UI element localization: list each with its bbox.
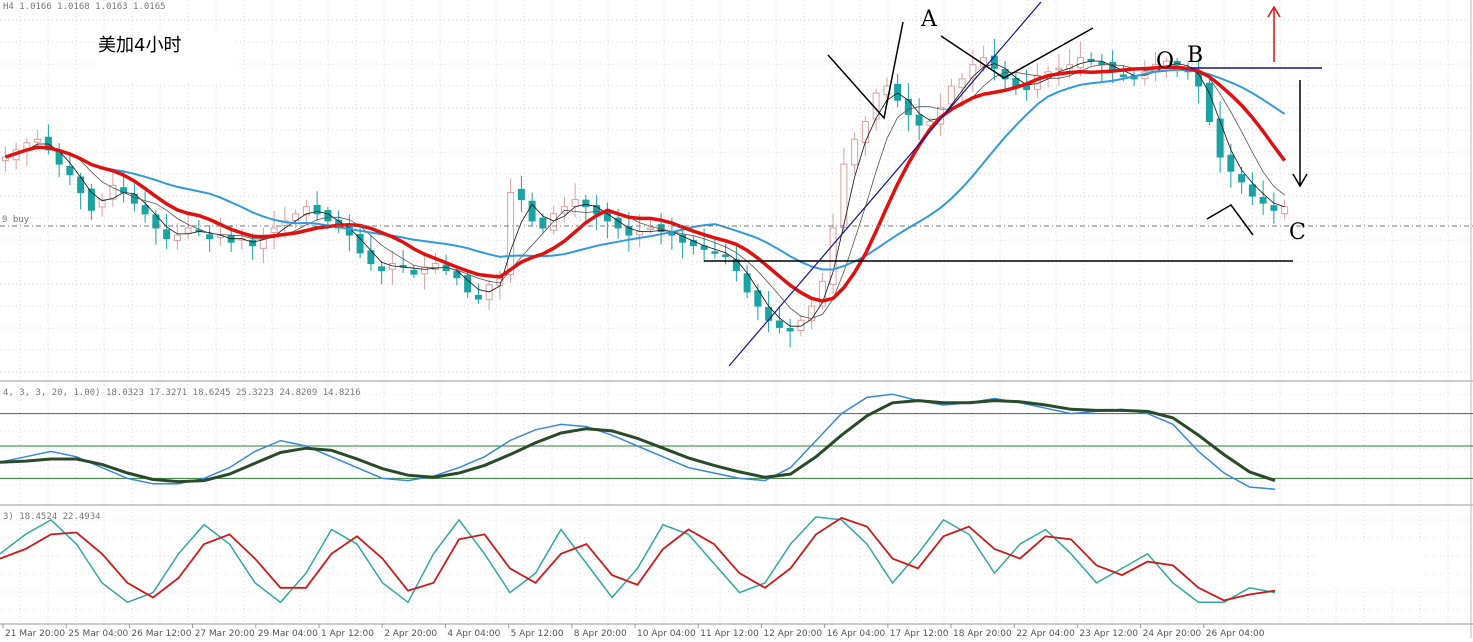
candle-body: [1076, 57, 1084, 69]
candle-body: [1119, 74, 1127, 77]
x-tick-label: 22 Apr 04:00: [1016, 629, 1075, 638]
candle-body: [711, 251, 719, 254]
candle-body: [1259, 196, 1267, 204]
candle-body: [421, 266, 429, 275]
x-tick-label: 25 Mar 04:00: [68, 629, 128, 638]
candle-body: [1281, 206, 1289, 215]
candle-body: [163, 229, 171, 240]
candle-body: [958, 78, 966, 88]
candle-body: [474, 294, 482, 300]
candle-body: [1248, 184, 1256, 197]
candle-body: [861, 121, 869, 144]
candle-body: [34, 138, 42, 143]
x-tick-label: 27 Mar 20:00: [195, 629, 255, 638]
symbol-info: H4 1.0166 1.0168 1.0163 1.0165: [3, 2, 166, 12]
candle-body: [904, 98, 912, 115]
annotation-c: C: [1289, 220, 1306, 245]
candle-body: [947, 85, 955, 105]
candle-body: [507, 192, 515, 275]
x-tick-label: 18 Apr 20:00: [953, 629, 1012, 638]
candle-body: [646, 227, 654, 230]
x-tick-label: 17 Apr 12:00: [890, 629, 949, 638]
hline-label: 9 buy: [2, 215, 30, 225]
x-tick-label: 16 Apr 04:00: [827, 629, 886, 638]
candle-body: [184, 227, 192, 234]
candle-body: [66, 166, 74, 176]
candle-body: [378, 266, 386, 272]
x-tick-label: 1 Apr 12:00: [321, 629, 374, 638]
x-tick-label: 12 Apr 20:00: [763, 629, 822, 638]
candle-body: [636, 231, 644, 236]
candle-body: [765, 306, 773, 321]
candle-body: [1270, 205, 1278, 211]
x-tick-label: 26 Apr 04:00: [1206, 629, 1265, 638]
x-tick-label: 26 Mar 12:00: [131, 629, 191, 638]
x-tick-label: 5 Apr 12:00: [511, 629, 564, 638]
candle-body: [173, 234, 181, 242]
candle-body: [894, 83, 902, 101]
x-tick-label: 8 Apr 20:00: [574, 629, 627, 638]
candle-body: [829, 227, 837, 285]
x-tick-label: 4 Apr 04:00: [447, 629, 500, 638]
candle-body: [313, 204, 321, 215]
chart-window: H4 1.0166 1.0168 1.0163 1.0165 9 buy 4, …: [0, 0, 1473, 639]
x-tick-label: 2 Apr 20:00: [384, 629, 437, 638]
candle-body: [206, 234, 214, 240]
candle-body: [786, 328, 794, 332]
x-tick-label: 23 Apr 12:00: [1079, 629, 1138, 638]
candle-body: [1227, 154, 1235, 172]
candle-body: [840, 163, 848, 229]
candle-body: [797, 319, 805, 331]
blank-box: [1318, 543, 1424, 587]
candle-body: [582, 199, 590, 208]
annotation-b: B: [1187, 43, 1203, 68]
candle-body: [1216, 118, 1224, 158]
candle-body: [539, 217, 547, 229]
candle-body: [270, 227, 278, 234]
x-tick-label: 11 Apr 12:00: [700, 629, 759, 638]
price-chart-svg: H4 1.0166 1.0168 1.0163 1.0165 9 buy 4, …: [0, 0, 1473, 639]
annotation-a: A: [920, 7, 938, 32]
candle-body: [517, 188, 525, 201]
candle-body: [851, 138, 859, 166]
x-tick-label: 10 Apr 04:00: [637, 629, 696, 638]
candle-body: [356, 233, 364, 254]
candle-body: [324, 210, 332, 222]
x-tick-label: 21 Mar 20:00: [5, 629, 65, 638]
candle-body: [775, 320, 783, 328]
candle-body: [915, 114, 923, 126]
x-tick-label: 29 Mar 04:00: [258, 629, 318, 638]
chart-title: 美加4小时: [98, 35, 181, 56]
candle-body: [410, 269, 418, 275]
annotation-o: O: [1156, 49, 1174, 74]
candle-body: [1012, 77, 1020, 87]
x-tick-label: 24 Apr 20:00: [1143, 629, 1202, 638]
candle-body: [77, 176, 85, 194]
chart-background: [0, 0, 1473, 638]
stoch1-info: 4, 3, 3, 20, 1.00) 18.0323 17.3271 18.62…: [3, 388, 361, 398]
candle-body: [1055, 67, 1063, 71]
candle-body: [571, 199, 579, 207]
candle-body: [141, 205, 149, 215]
candle-body: [1238, 174, 1246, 183]
candle-body: [722, 254, 730, 257]
